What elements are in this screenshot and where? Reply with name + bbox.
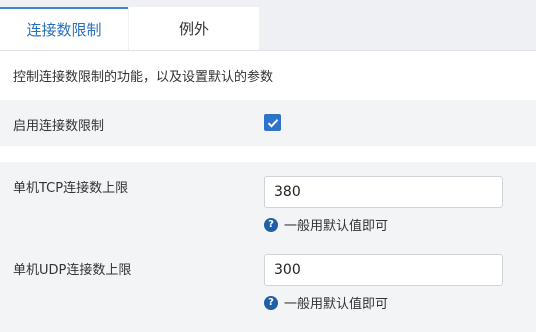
udp-hint: ? 一般用默认值即可: [264, 293, 388, 312]
udp-limit-label: 单机UDP连接数上限: [13, 263, 132, 278]
tcp-hint: ? 一般用默认值即可: [264, 215, 388, 234]
description-text: 控制连接数限制的功能，以及设置默认的参数: [13, 69, 274, 85]
enable-checkbox[interactable]: [264, 114, 281, 131]
udp-limit-input[interactable]: [264, 254, 503, 286]
enable-label: 启用连接数限制: [13, 119, 105, 134]
section-description: 控制连接数限制的功能，以及设置默认的参数: [0, 51, 536, 99]
tcp-limit-section: 单机TCP连接数上限 ? 一般用默认值即可: [0, 162, 536, 244]
udp-limit-section: 单机UDP连接数上限 ? 一般用默认值即可: [0, 244, 536, 332]
tcp-limit-input[interactable]: [264, 176, 503, 208]
question-icon[interactable]: ?: [264, 295, 278, 310]
tab-bar: 连接数限制 例外: [0, 0, 536, 51]
enable-row: 启用连接数限制: [0, 100, 536, 146]
udp-hint-text: 一般用默认值即可: [284, 297, 389, 312]
separator: [0, 146, 536, 162]
tab-connection-limit[interactable]: 连接数限制: [0, 7, 128, 50]
tab-connection-limit-label: 连接数限制: [26, 21, 102, 39]
checkmark-icon: [267, 118, 278, 128]
tab-exceptions-label: 例外: [178, 20, 209, 38]
tab-exceptions[interactable]: 例外: [129, 7, 259, 50]
tcp-limit-label: 单机TCP连接数上限: [13, 181, 129, 196]
tcp-hint-text: 一般用默认值即可: [284, 219, 389, 234]
question-icon[interactable]: ?: [264, 217, 278, 232]
